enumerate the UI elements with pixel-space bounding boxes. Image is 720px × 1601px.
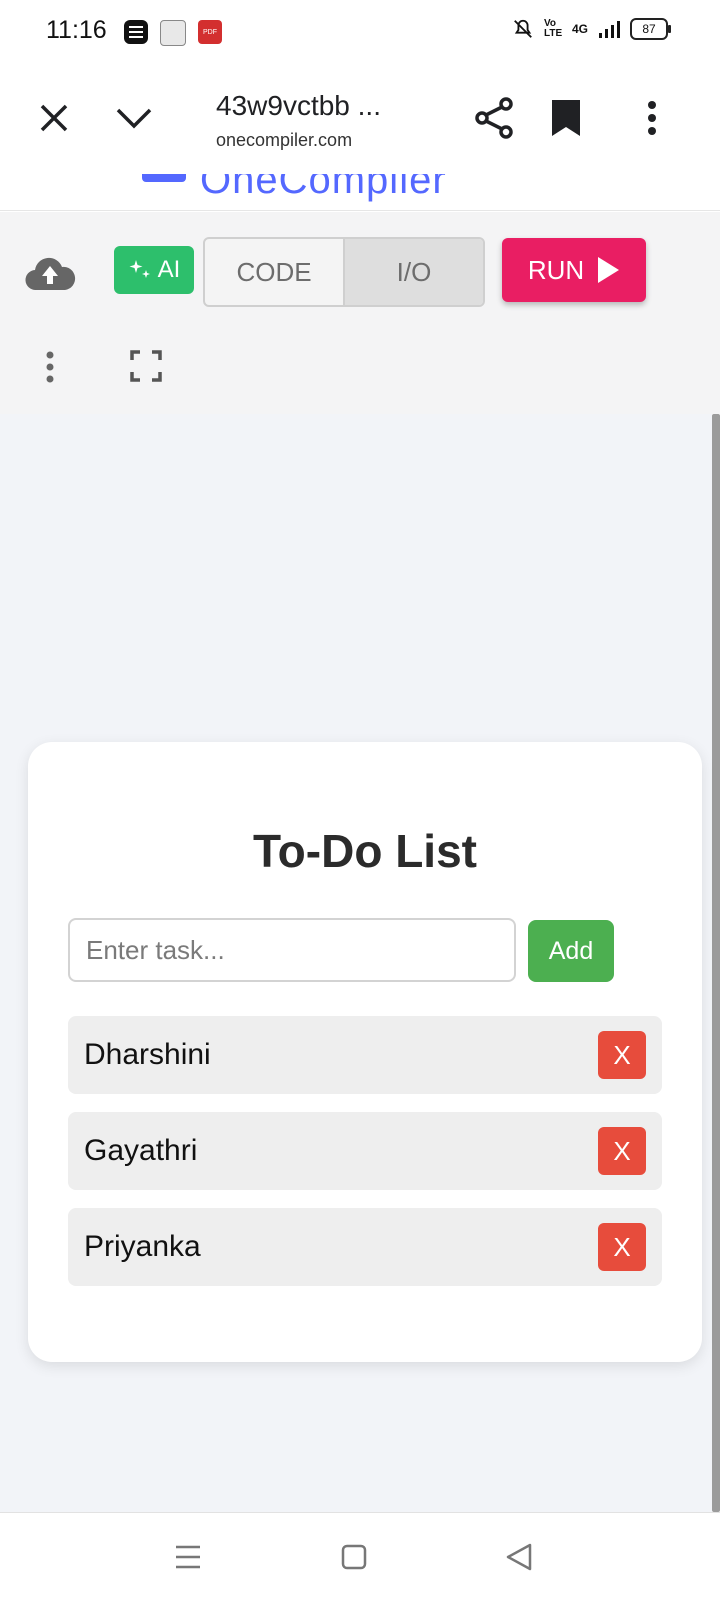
site-header: OneCompiler [0, 174, 720, 211]
menu-lines-icon [176, 1545, 200, 1569]
run-button-label: RUN [527, 254, 585, 285]
signal-icon [599, 21, 620, 38]
delete-task-button[interactable]: X [598, 1127, 646, 1175]
cloud-upload-icon [25, 257, 76, 291]
tab-code[interactable]: CODE [205, 239, 343, 305]
delete-task-button[interactable]: X [598, 1223, 646, 1271]
system-nav-bar [0, 1512, 720, 1601]
task-list: Dharshini X Gayathri X Priyanka X [68, 1016, 662, 1304]
recents-button[interactable] [170, 1539, 206, 1575]
sparkle-icon [129, 260, 150, 278]
add-task-button[interactable]: Add [528, 920, 614, 982]
network-type: 4G [571, 22, 588, 36]
status-bar: 11:16 PDF Vo LTE 4G 87 [0, 0, 720, 64]
close-icon [40, 104, 68, 132]
share-button[interactable] [466, 90, 522, 146]
editor-menu-button[interactable] [36, 348, 64, 388]
fullscreen-icon [130, 350, 162, 382]
home-button[interactable] [336, 1539, 372, 1575]
bookmark-button[interactable] [538, 90, 594, 146]
todo-card: To-Do List Add Dharshini X Gayathri X Pr… [28, 742, 702, 1362]
status-notification-icons: PDF [124, 20, 222, 46]
volte-indicator: Vo LTE [543, 18, 563, 39]
mute-bell-icon [514, 19, 532, 38]
ai-button[interactable]: AI [114, 246, 194, 294]
notes-app-icon [124, 20, 148, 44]
task-item: Gayathri X [68, 1112, 662, 1190]
gallery-app-icon [160, 20, 186, 46]
task-label: Gayathri [84, 1134, 198, 1167]
share-icon [475, 97, 513, 139]
status-time: 11:16 [46, 16, 107, 44]
fullscreen-button[interactable] [130, 350, 162, 382]
back-button[interactable] [502, 1539, 538, 1575]
bookmark-icon [552, 100, 580, 136]
delete-task-button[interactable]: X [598, 1031, 646, 1079]
run-button[interactable]: RUN [502, 238, 646, 302]
output-scrollbar[interactable] [712, 414, 720, 1512]
status-right: Vo LTE 4G 87 [512, 18, 671, 40]
tab-io[interactable]: I/O [343, 239, 483, 305]
todo-title: To-Do List [253, 825, 477, 877]
more-options-button[interactable] [624, 90, 680, 146]
pdf-icon: PDF [198, 20, 222, 44]
view-toggle: CODE I/O [203, 237, 485, 307]
task-item: Priyanka X [68, 1208, 662, 1286]
chevron-down-icon [116, 108, 152, 129]
back-triangle-icon [506, 1543, 532, 1571]
task-label: Priyanka [84, 1230, 201, 1263]
brand-name: OneCompiler [200, 174, 447, 202]
save-cloud-button[interactable] [24, 254, 76, 294]
task-label: Dharshini [84, 1038, 211, 1071]
task-item: Dharshini X [68, 1016, 662, 1094]
page-url: onecompiler.com [216, 130, 353, 150]
battery-indicator: 87 [630, 18, 671, 40]
browser-toolbar: 43w9vctbb ... onecompiler.com [0, 64, 720, 175]
close-button[interactable] [26, 90, 82, 146]
brand-logo [142, 174, 186, 182]
minimize-button[interactable] [106, 90, 162, 146]
task-input[interactable] [68, 918, 516, 982]
more-vertical-icon [648, 101, 656, 135]
page-title: 43w9vctbb ... [216, 90, 381, 121]
more-vertical-icon [46, 351, 54, 383]
play-icon [598, 257, 620, 283]
ai-button-label: AI [157, 256, 181, 283]
square-home-icon [341, 1544, 367, 1570]
